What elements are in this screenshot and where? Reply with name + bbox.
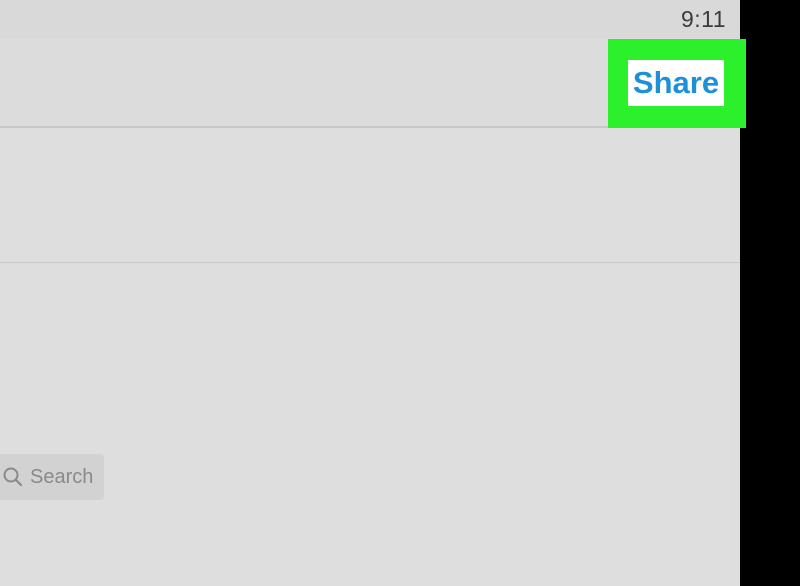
- search-field[interactable]: Search: [0, 454, 104, 500]
- device-bezel: [746, 0, 800, 586]
- list-row[interactable]: [0, 435, 740, 522]
- share-button[interactable]: Share: [628, 60, 724, 106]
- list-row[interactable]: [0, 349, 740, 436]
- search-placeholder: Search: [30, 465, 94, 488]
- status-bar: 9:11: [0, 0, 740, 38]
- search-icon: [2, 466, 24, 488]
- list-row[interactable]: [0, 128, 740, 263]
- status-time: 9:11: [680, 6, 726, 32]
- list-row[interactable]: [0, 521, 740, 586]
- list-row[interactable]: [0, 263, 740, 350]
